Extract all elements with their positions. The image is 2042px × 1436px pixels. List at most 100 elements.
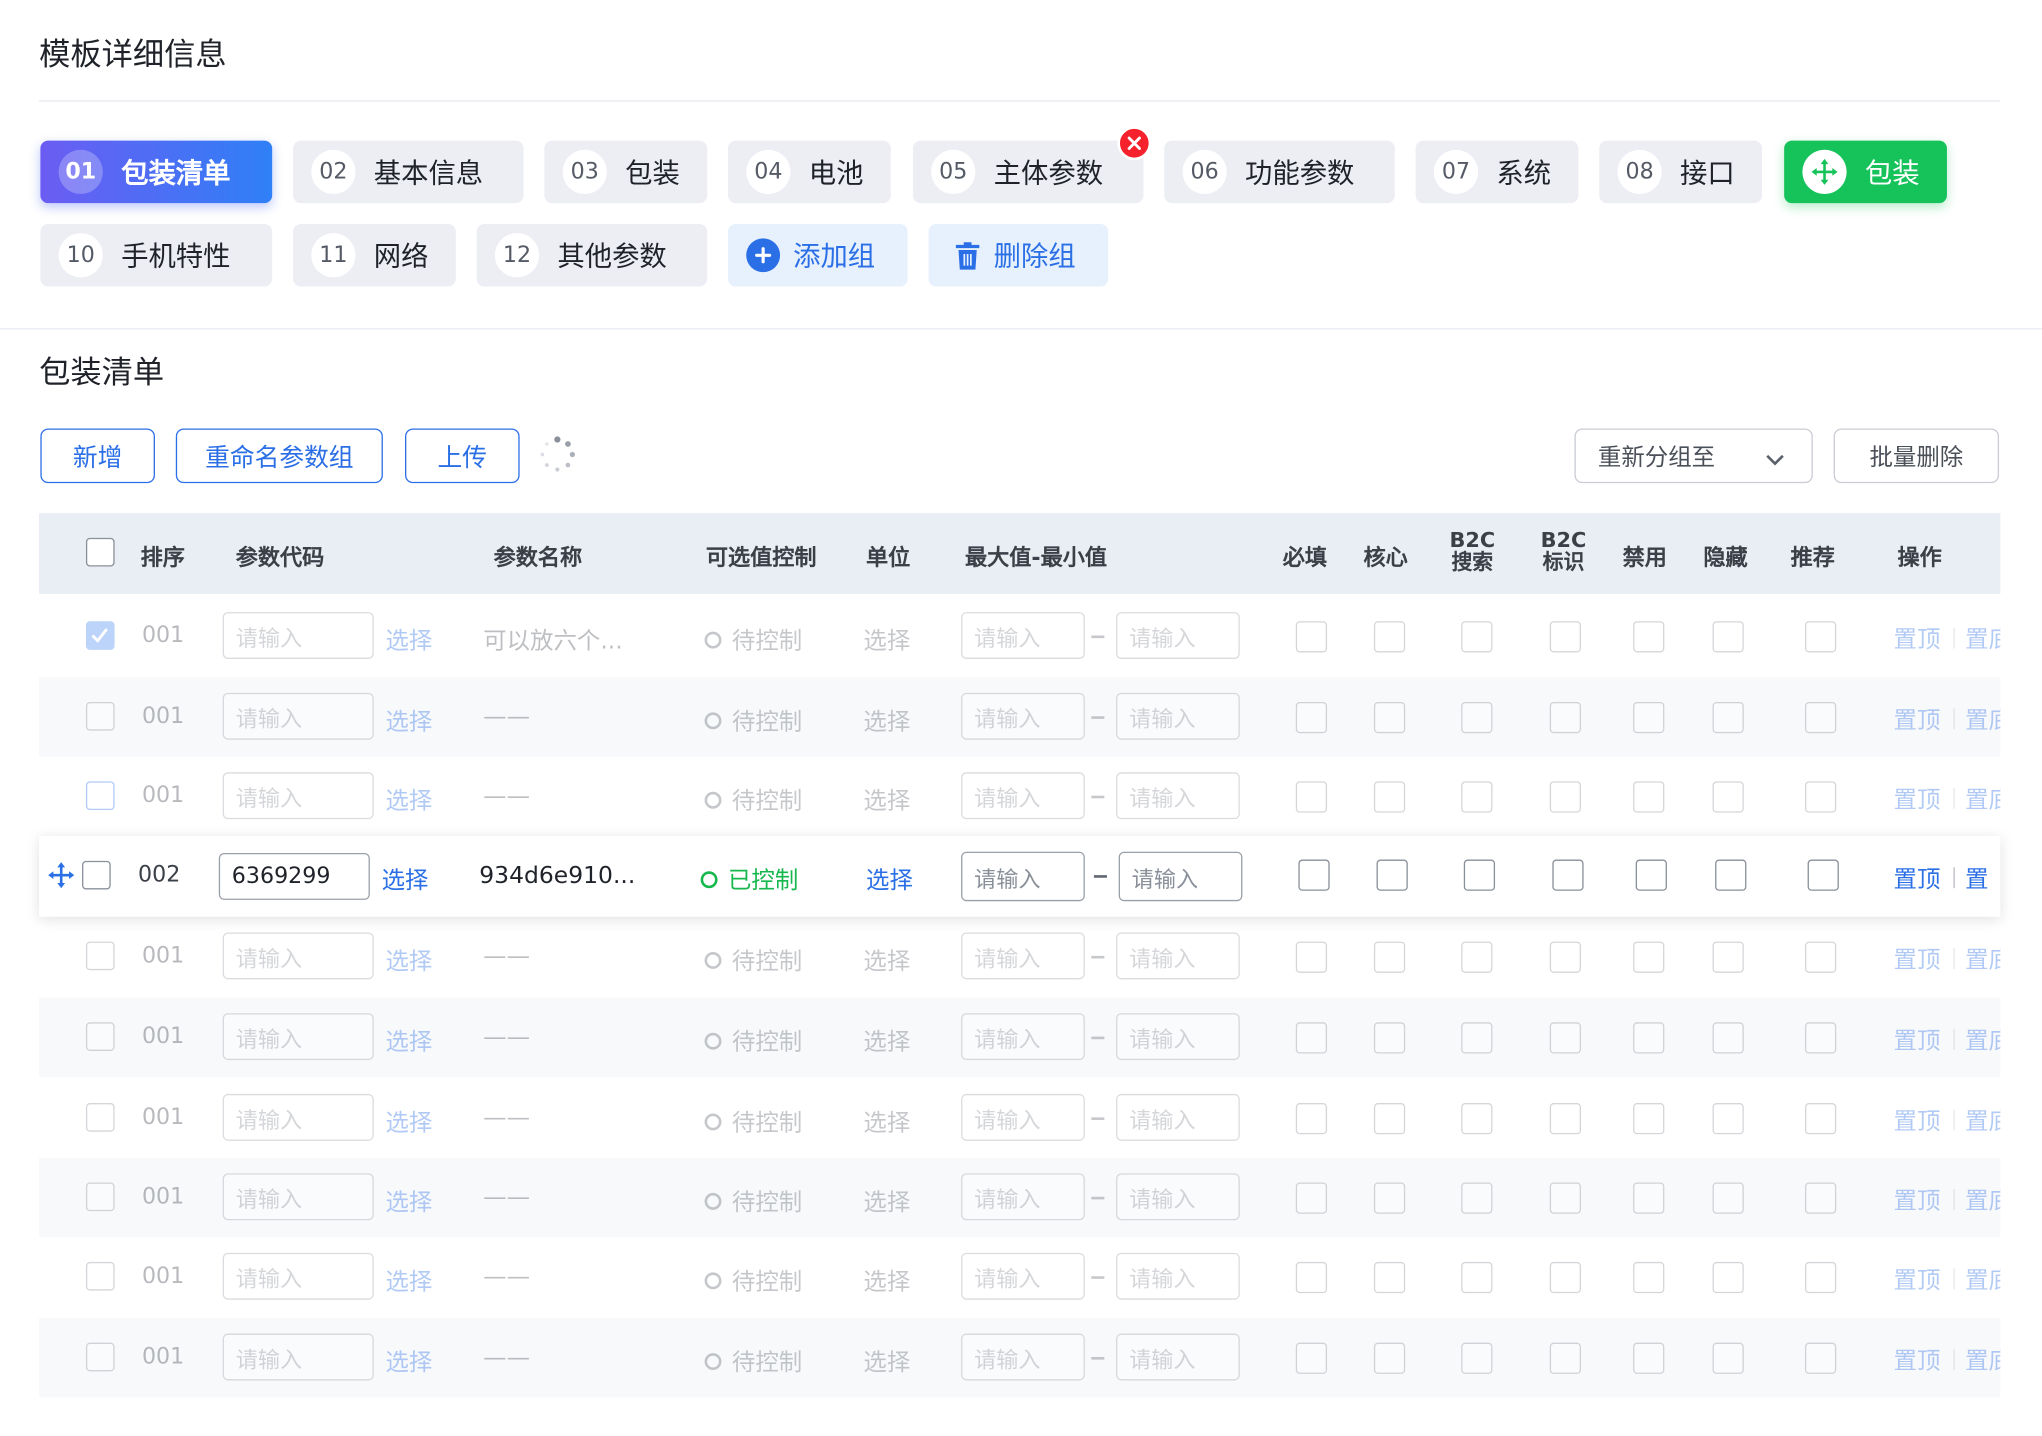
min-value-input[interactable]: 请输入 — [1116, 1252, 1240, 1300]
batch-delete-button[interactable]: 批量删除 — [1833, 428, 2000, 484]
pin-top-link[interactable]: 置顶 — [1894, 1022, 1941, 1056]
core-checkbox[interactable] — [1373, 1103, 1406, 1135]
core-checkbox[interactable] — [1373, 701, 1406, 734]
recommend-checkbox[interactable] — [1807, 859, 1839, 891]
pin-bottom-link[interactable]: 置底 — [1965, 1262, 2000, 1296]
hidden-checkbox[interactable] — [1712, 1342, 1744, 1374]
pin-top-link[interactable]: 置顶 — [1894, 1262, 1941, 1296]
row-checkbox[interactable] — [85, 781, 115, 811]
recommend-checkbox[interactable] — [1804, 621, 1837, 653]
required-checkbox[interactable] — [1295, 1182, 1328, 1214]
hidden-checkbox[interactable] — [1712, 941, 1744, 973]
min-value-input[interactable]: 请输入 — [1116, 932, 1240, 980]
row-checkbox[interactable] — [85, 1342, 115, 1372]
code-select-link[interactable]: 选择 — [385, 1184, 432, 1218]
min-value-input[interactable]: 请输入 — [1116, 612, 1240, 659]
tab-dragging[interactable]: 包装 — [1784, 140, 1947, 204]
param-code-input[interactable]: 请输入 — [222, 772, 374, 820]
b2c-search-checkbox[interactable] — [1461, 1261, 1493, 1294]
recommend-checkbox[interactable] — [1804, 701, 1837, 734]
param-code-input[interactable]: 请输入 — [222, 1333, 374, 1381]
b2c-mark-checkbox[interactable] — [1549, 1342, 1581, 1374]
pin-top-link[interactable]: 置顶 — [1894, 1182, 1941, 1216]
param-code-input[interactable]: 6369299 — [218, 853, 370, 900]
pin-top-link[interactable]: 置顶 — [1894, 942, 1941, 976]
row-checkbox[interactable] — [85, 1261, 115, 1291]
unit-select-link[interactable]: 选择 — [863, 783, 910, 817]
pin-bottom-link[interactable]: 置底 — [1965, 942, 2000, 976]
min-value-input[interactable]: 请输入 — [1116, 1093, 1240, 1141]
pin-top-link[interactable]: 置顶 — [1894, 1343, 1941, 1377]
pin-bottom-link[interactable]: 置底 — [1965, 1182, 2000, 1216]
b2c-mark-checkbox[interactable] — [1549, 1103, 1581, 1135]
min-value-input[interactable]: 请输入 — [1116, 1333, 1240, 1381]
b2c-search-checkbox[interactable] — [1461, 1103, 1493, 1135]
max-value-input[interactable]: 请输入 — [961, 1093, 1085, 1141]
code-select-link[interactable]: 选择 — [382, 862, 429, 896]
hidden-checkbox[interactable] — [1712, 781, 1744, 813]
b2c-mark-checkbox[interactable] — [1549, 1261, 1581, 1294]
row-checkbox[interactable] — [82, 860, 111, 890]
pin-bottom-link[interactable]: 置底 — [1965, 1103, 2000, 1137]
max-value-input[interactable]: 请输入 — [961, 772, 1085, 820]
recommend-checkbox[interactable] — [1804, 1022, 1837, 1054]
pin-top-link[interactable]: 置顶 — [1894, 1103, 1941, 1137]
b2c-mark-checkbox[interactable] — [1549, 621, 1581, 653]
code-select-link[interactable]: 选择 — [385, 1344, 432, 1378]
tab-12[interactable]: 12 其他参数 — [476, 223, 708, 287]
close-icon[interactable] — [1117, 126, 1152, 161]
hidden-checkbox[interactable] — [1712, 1182, 1744, 1214]
disabled-checkbox[interactable] — [1633, 1261, 1665, 1294]
param-code-input[interactable]: 请输入 — [222, 1093, 374, 1141]
tab-01[interactable]: 01 包装清单 — [40, 140, 273, 204]
disabled-checkbox[interactable] — [1633, 1342, 1665, 1374]
unit-select-link[interactable]: 选择 — [863, 943, 910, 977]
unit-select-link[interactable]: 选择 — [863, 1184, 910, 1218]
hidden-checkbox[interactable] — [1712, 1261, 1744, 1294]
disabled-checkbox[interactable] — [1635, 859, 1667, 891]
min-value-input[interactable]: 请输入 — [1116, 772, 1240, 820]
unit-select-link[interactable]: 选择 — [863, 1263, 910, 1297]
core-checkbox[interactable] — [1373, 1342, 1406, 1374]
tab-03[interactable]: 03 包装 — [544, 140, 708, 204]
required-checkbox[interactable] — [1298, 859, 1330, 891]
b2c-mark-checkbox[interactable] — [1552, 859, 1584, 891]
b2c-search-checkbox[interactable] — [1463, 859, 1496, 891]
code-select-link[interactable]: 选择 — [385, 1024, 432, 1058]
hidden-checkbox[interactable] — [1712, 621, 1744, 653]
required-checkbox[interactable] — [1295, 781, 1328, 813]
upload-button[interactable]: 上传 — [405, 428, 520, 484]
disabled-checkbox[interactable] — [1633, 701, 1665, 734]
param-code-input[interactable]: 请输入 — [222, 1173, 374, 1221]
recommend-checkbox[interactable] — [1804, 1261, 1837, 1294]
pin-top-link[interactable]: 置顶 — [1894, 702, 1941, 736]
disabled-checkbox[interactable] — [1633, 1022, 1665, 1054]
b2c-search-checkbox[interactable] — [1461, 701, 1493, 734]
pin-bottom-link[interactable]: 置底 — [1965, 1343, 2000, 1377]
tab-10[interactable]: 10 手机特性 — [40, 223, 273, 287]
code-select-link[interactable]: 选择 — [385, 703, 432, 737]
required-checkbox[interactable] — [1295, 941, 1328, 973]
unit-select-link[interactable]: 选择 — [863, 622, 910, 656]
b2c-mark-checkbox[interactable] — [1549, 1182, 1581, 1214]
param-code-input[interactable]: 请输入 — [222, 612, 374, 659]
tab-06[interactable]: 06 功能参数 — [1164, 140, 1395, 204]
code-select-link[interactable]: 选择 — [385, 1263, 432, 1297]
max-value-input[interactable]: 请输入 — [961, 1333, 1085, 1381]
recommend-checkbox[interactable] — [1804, 941, 1837, 973]
row-checkbox[interactable] — [85, 701, 115, 731]
max-value-input[interactable]: 请输入 — [961, 851, 1085, 902]
rename-group-button[interactable]: 重命名参数组 — [175, 428, 383, 484]
add-button[interactable]: 新增 — [40, 428, 155, 484]
b2c-mark-checkbox[interactable] — [1549, 941, 1581, 973]
max-value-input[interactable]: 请输入 — [961, 612, 1085, 659]
disabled-checkbox[interactable] — [1633, 621, 1665, 653]
core-checkbox[interactable] — [1373, 1022, 1406, 1054]
core-checkbox[interactable] — [1373, 621, 1406, 653]
b2c-mark-checkbox[interactable] — [1549, 701, 1581, 734]
b2c-search-checkbox[interactable] — [1461, 1342, 1493, 1374]
pin-top-link[interactable]: 置顶 — [1894, 781, 1941, 815]
core-checkbox[interactable] — [1373, 781, 1406, 813]
unit-select-link[interactable]: 选择 — [863, 1344, 910, 1378]
tab-04[interactable]: 04 电池 — [727, 140, 891, 204]
